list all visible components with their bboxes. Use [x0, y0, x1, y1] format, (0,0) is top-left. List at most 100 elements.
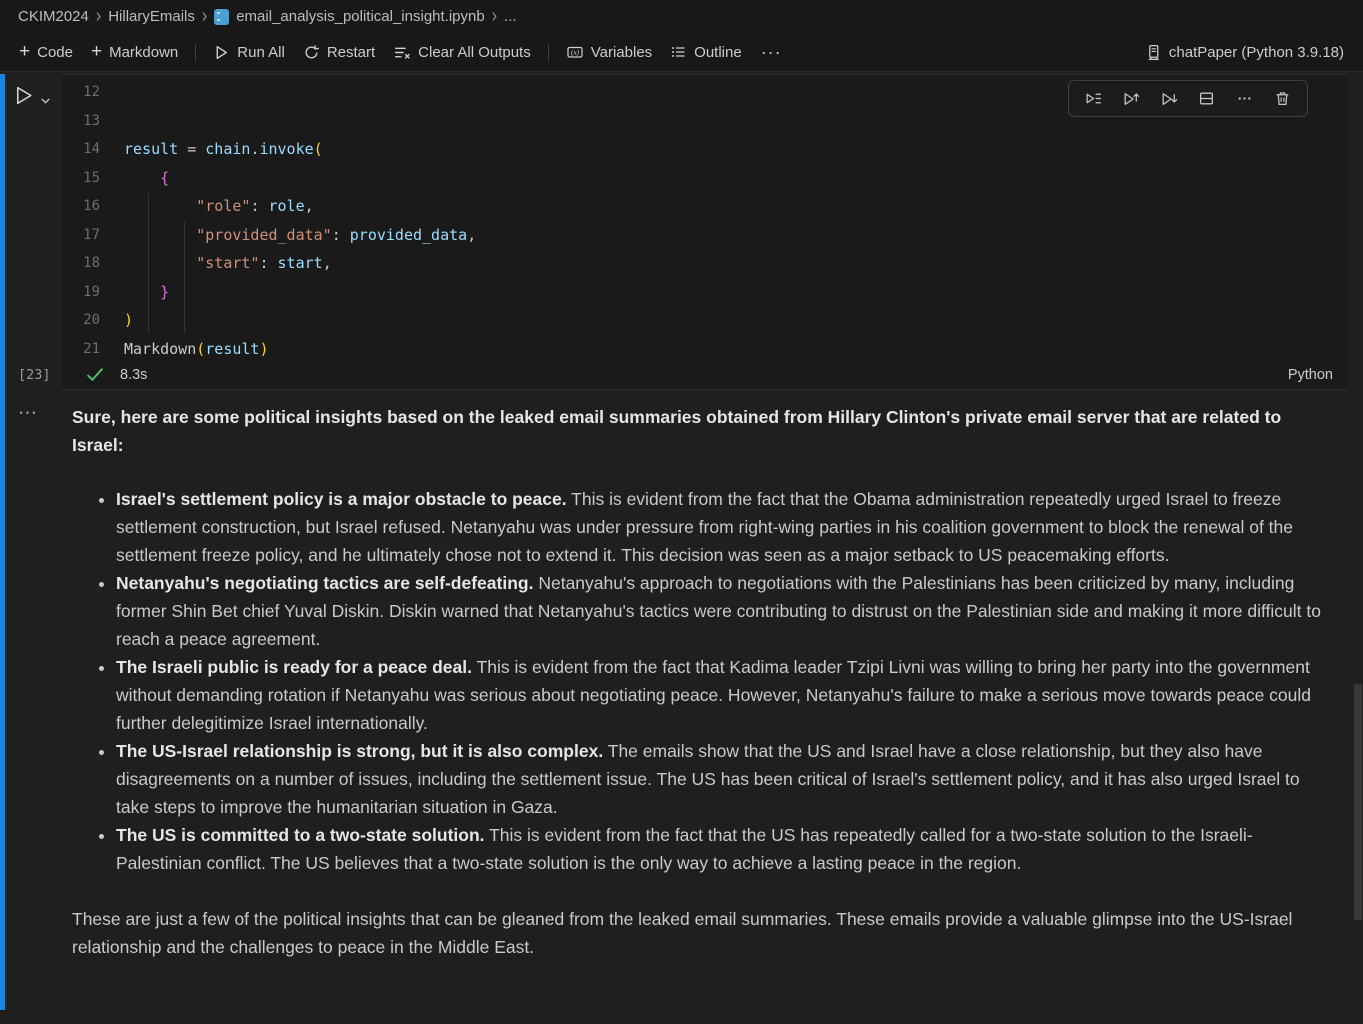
code-text[interactable]: "provided_data": provided_data,	[124, 226, 476, 244]
insight-lead: Israel's settlement policy is a major ob…	[116, 489, 567, 509]
restart-button[interactable]: Restart	[294, 39, 384, 66]
breadcrumb-overflow[interactable]: ...	[504, 8, 517, 25]
kernel-label: chatPaper (Python 3.9.18)	[1169, 44, 1344, 61]
execution-count: [23]	[18, 367, 64, 383]
run-cell-button[interactable]	[12, 84, 51, 107]
cell-output: Sure, here are some political insights b…	[72, 403, 1334, 961]
variables-button[interactable]: (x) Variables	[557, 39, 661, 66]
kernel-picker-button[interactable]: chatPaper (Python 3.9.18)	[1136, 39, 1353, 66]
indent-guide	[184, 221, 185, 333]
insight-item: The US-Israel relationship is strong, bu…	[116, 737, 1334, 821]
add-markdown-cell-button[interactable]: + Markdown	[82, 39, 187, 66]
execute-cell-and-below-button[interactable]	[1152, 84, 1186, 114]
code-text[interactable]: "start": start,	[124, 254, 332, 272]
cell-more-actions-button[interactable]	[1227, 84, 1261, 114]
plus-icon: +	[91, 42, 102, 61]
line-number: 17	[62, 227, 124, 243]
restart-label: Restart	[327, 44, 375, 61]
breadcrumb-item-folder[interactable]: HillaryEmails	[108, 8, 195, 25]
execute-above-icon	[1122, 90, 1140, 107]
add-code-cell-button[interactable]: + Code	[10, 39, 82, 66]
toolbar-more-button[interactable]: ···	[751, 42, 792, 63]
chevron-down-icon[interactable]	[40, 94, 51, 107]
line-number: 14	[62, 141, 124, 157]
delete-cell-button[interactable]	[1265, 84, 1299, 114]
chevron-right-icon: ›	[492, 7, 497, 27]
toolbar-separator	[195, 44, 196, 61]
code-line[interactable]: 18 "start": start,	[62, 249, 1347, 278]
line-number: 15	[62, 170, 124, 186]
line-number: 18	[62, 255, 124, 271]
run-by-line-icon	[1085, 90, 1102, 107]
add-code-label: Code	[37, 44, 73, 61]
insight-item: Israel's settlement policy is a major ob…	[116, 485, 1334, 569]
insight-item: The US is committed to a two-state solut…	[116, 821, 1334, 877]
code-text[interactable]: result = chain.invoke(	[124, 140, 323, 158]
insight-item: Netanyahu's negotiating tactics are self…	[116, 569, 1334, 653]
cell-editor[interactable]: 121314result = chain.invoke(15 {16 "role…	[62, 74, 1347, 390]
code-text[interactable]: )	[124, 311, 133, 329]
outline-button[interactable]: Outline	[661, 39, 751, 66]
chevron-right-icon: ›	[202, 7, 207, 27]
code-text[interactable]: "role": role,	[124, 197, 314, 215]
outline-icon	[670, 44, 687, 60]
line-number: 12	[62, 84, 124, 100]
cell-toolbar	[1068, 80, 1308, 117]
code-text[interactable]: Markdown(result)	[124, 340, 269, 358]
execute-above-cells-button[interactable]	[1114, 84, 1148, 114]
code-text[interactable]: }	[124, 283, 169, 301]
clear-outputs-icon	[393, 44, 411, 61]
code-line[interactable]: 19 }	[62, 278, 1347, 307]
notebook-toolbar: + Code + Markdown Run All Restart Clear …	[0, 33, 1363, 72]
indent-guide	[148, 193, 149, 333]
code-line[interactable]: 16 "role": role,	[62, 192, 1347, 221]
code-lines: 121314result = chain.invoke(15 {16 "role…	[62, 75, 1347, 363]
insight-lead: The US is committed to a two-state solut…	[116, 825, 485, 845]
run-all-button[interactable]: Run All	[204, 39, 294, 66]
success-check-icon	[86, 367, 104, 382]
clear-outputs-label: Clear All Outputs	[418, 44, 531, 61]
line-number: 19	[62, 284, 124, 300]
insight-lead: The Israeli public is ready for a peace …	[116, 657, 472, 677]
split-cell-button[interactable]	[1190, 84, 1224, 114]
breadcrumb-item-file[interactable]: email_analysis_political_insight.ipynb	[236, 8, 484, 25]
line-number: 16	[62, 198, 124, 214]
notebook-file-icon	[214, 9, 229, 25]
run-by-line-button[interactable]	[1077, 84, 1111, 114]
play-icon	[12, 84, 35, 107]
line-number: 21	[62, 341, 124, 357]
clear-all-outputs-button[interactable]: Clear All Outputs	[384, 39, 540, 66]
variables-icon: (x)	[566, 44, 584, 60]
kernel-environment-icon	[1145, 44, 1162, 61]
execution-duration: 8.3s	[120, 367, 147, 383]
breadcrumb: CKIM2024 › HillaryEmails › email_analysi…	[0, 0, 1363, 33]
execute-below-icon	[1160, 90, 1178, 107]
add-markdown-label: Markdown	[109, 44, 178, 61]
cell-status-bar: [23] 8.3s Python	[0, 359, 1347, 390]
insight-list: Israel's settlement policy is a major ob…	[72, 485, 1334, 877]
code-line[interactable]: 15 {	[62, 164, 1347, 193]
cell-focus-indicator	[0, 74, 5, 1010]
run-all-label: Run All	[237, 44, 285, 61]
code-line[interactable]: 17 "provided_data": provided_data,	[62, 221, 1347, 250]
outline-label: Outline	[694, 44, 742, 61]
cell-language-label[interactable]: Python	[1288, 367, 1333, 383]
code-line[interactable]: 20)	[62, 306, 1347, 335]
variables-label: Variables	[591, 44, 652, 61]
insight-lead: The US-Israel relationship is strong, bu…	[116, 741, 603, 761]
chevron-right-icon: ›	[96, 7, 101, 27]
code-text[interactable]: {	[124, 169, 169, 187]
plus-icon: +	[19, 42, 30, 61]
breadcrumb-item-folder[interactable]: CKIM2024	[18, 8, 89, 25]
output-more-actions-button[interactable]: ⋯	[18, 402, 38, 425]
vertical-scrollbar[interactable]	[1354, 684, 1362, 920]
code-line[interactable]: 14result = chain.invoke(	[62, 135, 1347, 164]
output-intro-paragraph: Sure, here are some political insights b…	[72, 403, 1334, 459]
more-actions-icon	[1236, 90, 1253, 107]
line-number: 20	[62, 312, 124, 328]
output-closing-paragraph: These are just a few of the political in…	[72, 905, 1334, 961]
insight-lead: Netanyahu's negotiating tactics are self…	[116, 573, 533, 593]
restart-icon	[303, 44, 320, 61]
play-icon	[213, 44, 230, 61]
trash-icon	[1274, 90, 1291, 107]
